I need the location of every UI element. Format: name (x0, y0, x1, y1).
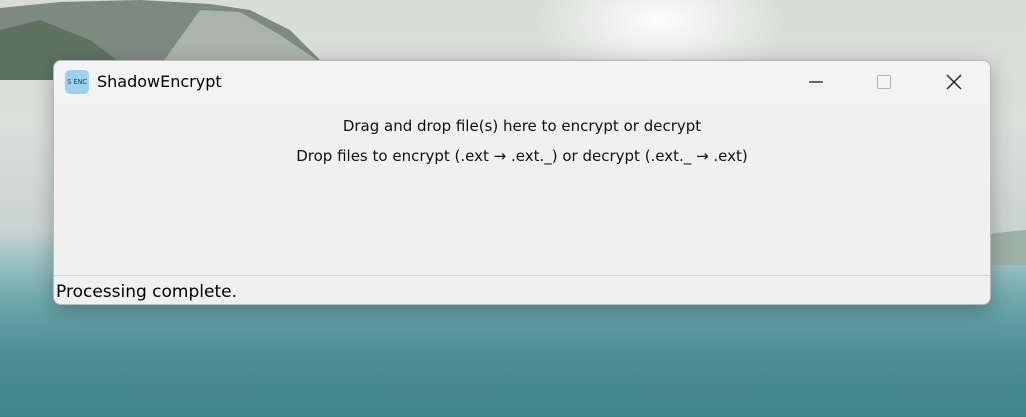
close-button[interactable] (920, 61, 988, 103)
minimize-button[interactable] (782, 61, 850, 103)
maximize-icon (876, 74, 892, 90)
close-icon (946, 74, 962, 90)
app-window: S ENC ShadowEncrypt Drag and drop file(s… (53, 60, 991, 305)
app-icon: S ENC (65, 70, 89, 94)
maximize-button[interactable] (850, 61, 918, 103)
drop-instructions: Drag and drop file(s) here to encrypt or… (342, 117, 702, 135)
drop-extension-hint: Drop files to encrypt (.ext → .ext._) or… (296, 147, 748, 165)
window-title: ShadowEncrypt (97, 72, 222, 91)
minimize-icon (809, 81, 823, 83)
title-bar[interactable]: S ENC ShadowEncrypt (54, 61, 990, 103)
drop-zone[interactable]: Drag and drop file(s) here to encrypt or… (54, 103, 990, 275)
app-icon-text: S ENC (67, 78, 87, 86)
status-bar: Processing complete. (54, 275, 990, 304)
desktop-wallpaper: S ENC ShadowEncrypt Drag and drop file(s… (0, 0, 1026, 417)
status-text: Processing complete. (56, 282, 237, 302)
